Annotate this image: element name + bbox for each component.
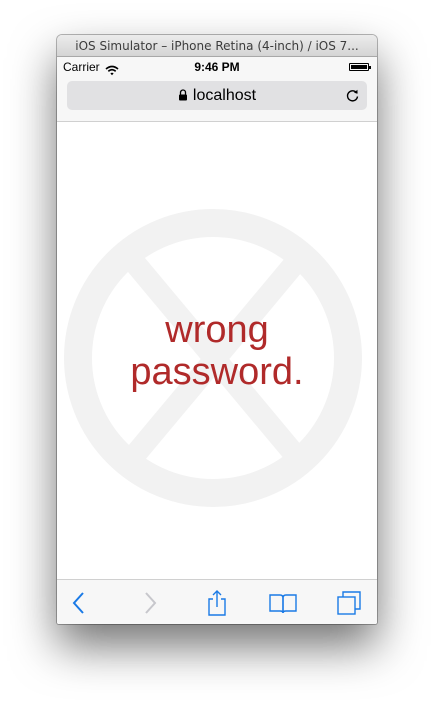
address-bar[interactable]: localhost <box>67 81 367 110</box>
error-message: wrong password. <box>57 309 377 393</box>
browser-toolbar <box>57 579 377 624</box>
share-icon <box>208 590 226 616</box>
share-button[interactable] <box>203 589 231 617</box>
window-title: iOS Simulator – iPhone Retina (4-inch) /… <box>57 35 377 57</box>
forward-button[interactable] <box>136 589 164 617</box>
status-time: 9:46 PM <box>194 60 240 74</box>
tabs-button[interactable] <box>335 589 363 617</box>
back-button[interactable] <box>65 589 93 617</box>
chevron-right-icon <box>145 592 157 614</box>
status-bar: Carrier 9:46 PM <box>57 57 377 77</box>
bookmarks-button[interactable] <box>269 589 297 617</box>
error-message-line2: password. <box>130 351 304 393</box>
tabs-icon <box>337 591 361 615</box>
chevron-left-icon <box>72 592 84 614</box>
browser-nav-bar: localhost <box>57 77 377 122</box>
battery-icon <box>349 63 371 71</box>
book-icon <box>269 594 297 614</box>
error-message-line1: wrong <box>165 309 269 351</box>
simulator-window: iOS Simulator – iPhone Retina (4-inch) /… <box>57 35 377 624</box>
address-url: localhost <box>192 87 257 104</box>
reload-icon[interactable] <box>345 88 360 103</box>
page-content: wrong password. <box>57 122 377 579</box>
lock-icon <box>178 82 188 101</box>
